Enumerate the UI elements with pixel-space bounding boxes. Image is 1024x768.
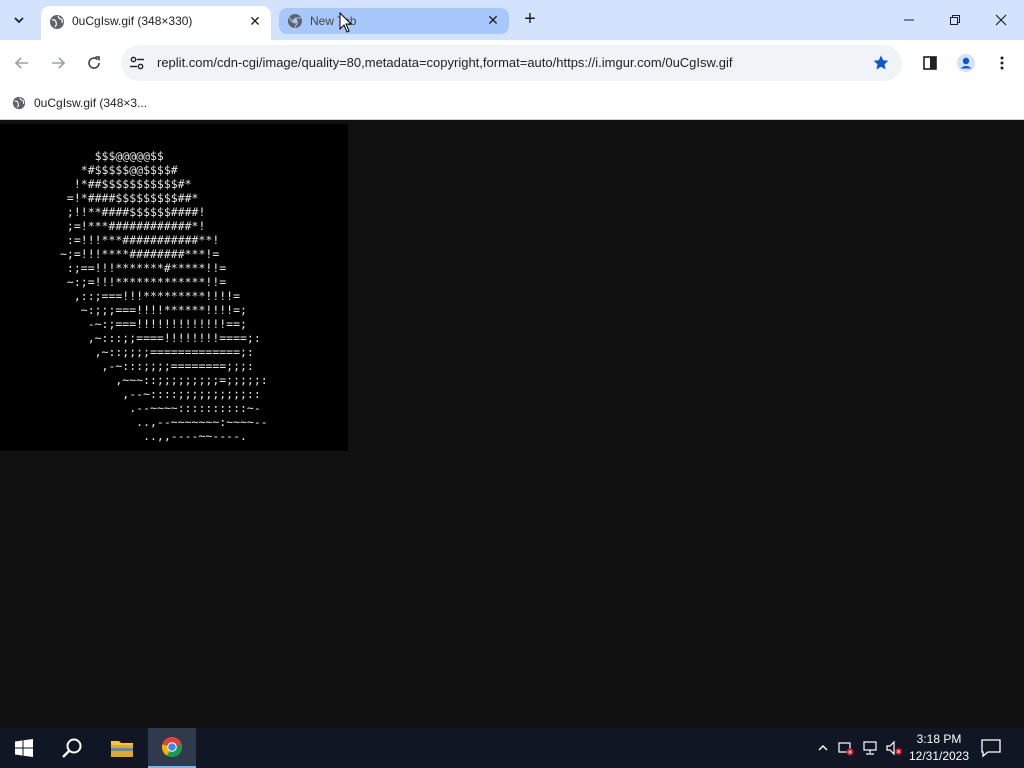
tab-new-tab[interactable]: New Tab ✕ [279,8,509,34]
tab-gif[interactable]: 0uCgIsw.gif (348×330) ✕ [41,6,271,40]
mouse-cursor-icon [339,12,353,33]
restore-icon [950,15,960,25]
more-vertical-icon [1000,56,1004,70]
ascii-art: $$$@@@@@$$ *#$$$$$@@$$$$# !*##$$$$$$$$$$… [60,149,268,443]
tab-search-button[interactable] [6,7,32,33]
restore-button[interactable] [940,6,970,34]
chrome-icon [161,736,183,758]
back-button[interactable] [10,51,34,75]
clock-time: 3:18 PM [916,732,962,746]
taskbar-clock[interactable]: 3:18 PM 12/31/2023 [906,731,972,765]
file-explorer-button[interactable] [98,728,146,768]
tab-strip: 0uCgIsw.gif (348×330) ✕ New Tab ✕ + [0,0,1024,40]
volume-muted-icon [886,740,902,756]
profile-button[interactable] [954,51,978,75]
gif-image[interactable]: $$$@@@@@$$ *#$$$$$@@$$$$# !*##$$$$$$$$$$… [0,124,348,451]
volume-tray-icon[interactable] [886,740,902,756]
menu-button[interactable] [990,51,1014,75]
chrome-taskbar-button[interactable] [148,728,196,768]
network-tray-icon[interactable] [862,740,878,756]
show-hidden-icons-button[interactable] [815,740,831,756]
tab-title: 0uCgIsw.gif (348×330) [72,14,193,28]
minimize-icon [904,19,914,21]
chevron-up-icon [818,745,828,751]
folder-icon [111,741,133,757]
new-tab-button[interactable]: + [519,9,541,31]
notification-center-button[interactable] [980,738,1002,758]
security-tray-icon[interactable] [838,740,854,756]
globe-icon [50,15,64,29]
reload-icon [88,56,100,69]
forward-arrow-icon [52,57,66,69]
bookmark-star-icon[interactable] [872,54,890,72]
close-tab-icon[interactable]: ✕ [485,12,501,28]
chrome-icon [288,14,302,28]
shield-warning-icon [838,742,854,756]
minimize-button[interactable] [894,6,924,34]
page-content: $$$@@@@@$$ *#$$$$$@@$$$$# !*##$$$$$$$$$$… [0,121,1024,728]
side-panel-button[interactable] [918,51,942,75]
bookmarks-bar: 0uCgIsw.gif (348×3... [0,86,1024,120]
close-window-button[interactable] [986,6,1016,34]
side-panel-icon [923,56,937,70]
bookmark-label: 0uCgIsw.gif (348×3... [34,96,148,110]
close-icon [995,14,1007,26]
browser-toolbar: replit.com/cdn-cgi/image/quality=80,meta… [0,40,1024,86]
windows-icon [15,739,33,757]
back-arrow-icon [14,57,28,69]
start-button[interactable] [0,728,48,768]
search-icon [62,738,82,758]
clock-date: 12/31/2023 [908,749,970,763]
address-bar[interactable]: replit.com/cdn-cgi/image/quality=80,meta… [121,45,902,81]
notification-icon [981,739,1001,758]
site-info-icon[interactable] [129,55,145,71]
bookmark-item[interactable]: 0uCgIsw.gif (348×3... [12,93,147,113]
reload-button[interactable] [82,51,106,75]
network-icon [863,741,877,755]
taskbar: 3:18 PM 12/31/2023 [0,728,1024,768]
chevron-down-icon [14,17,24,24]
forward-button[interactable] [46,51,70,75]
search-button[interactable] [48,728,96,768]
close-tab-icon[interactable]: ✕ [247,13,263,29]
globe-icon [12,96,26,110]
avatar-icon [957,54,975,72]
url-text[interactable]: replit.com/cdn-cgi/image/quality=80,meta… [157,55,733,70]
